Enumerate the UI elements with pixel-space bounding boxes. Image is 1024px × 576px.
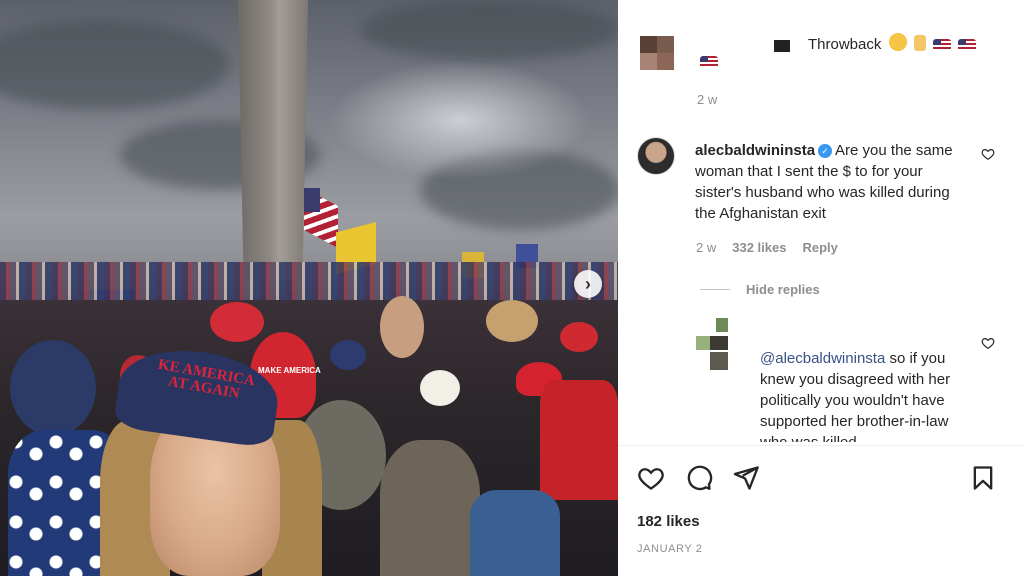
chevron-right-icon: › [585,273,591,294]
comments-panel [618,0,1024,576]
white-pompom-hat [420,370,460,406]
comment-username[interactable]: alecbaldwininsta [695,142,815,159]
reply-author-avatar[interactable] [696,318,730,372]
reply-button[interactable]: Reply [802,240,837,255]
caption: Throwback [808,33,977,53]
red-cap-text: MAKE AMERICA [258,366,321,375]
like-reply-heart-icon[interactable] [981,336,995,350]
blue-backpack [470,490,560,576]
verified-badge-icon: ✓ [818,144,833,158]
hide-replies-label: Hide replies [746,282,820,297]
avatar-pixel [710,336,728,350]
comment-likes-count[interactable]: 332 likes [732,240,786,255]
actions-divider [618,445,1024,446]
us-flag-emoji [700,56,718,68]
comment: alecbaldwininsta ✓ Are you the same woman … [695,140,970,224]
cloud [360,0,618,60]
red-jacket [540,380,618,500]
person-beanie [486,300,538,342]
hide-replies-toggle[interactable]: Hide replies [700,282,820,297]
avatar-pixel [696,336,710,350]
sky-glow [330,60,590,180]
avatar-pixel [657,36,674,53]
us-flag-emoji [932,39,951,51]
avatar-pixel [657,53,674,70]
grinning-face-emoji [888,33,907,51]
reply: @alecbaldwininsta so if you knew you dis… [760,348,970,442]
avatar-pixel [640,53,657,70]
us-flag-canton [304,188,320,212]
like-comment-heart-icon[interactable] [981,147,995,161]
caption-timestamp: 2 w [697,92,718,107]
person-blue-hood [10,340,96,436]
red-cap [210,302,264,342]
comment-meta: 2 w 332 likes Reply [696,240,838,255]
comment-bubble-icon[interactable] [685,464,713,492]
post-photo[interactable]: MAKE AMERICA KE AMERICA AT AGAIN › [0,0,618,576]
reply-mention-link[interactable]: @alecbaldwininsta [760,350,885,367]
next-photo-button[interactable]: › [574,270,602,298]
share-paper-plane-icon[interactable] [732,464,760,492]
like-heart-icon[interactable] [637,464,665,492]
save-bookmark-icon[interactable] [969,464,997,492]
person-camo-jacket [380,440,480,576]
us-flag-emoji [958,39,977,51]
post-likes-count[interactable]: 182 likes [637,513,700,530]
comment-timestamp: 2 w [696,240,717,255]
avatar-pixel [640,36,657,53]
caption-author-avatar[interactable] [640,36,674,70]
avatar-pixel [710,352,728,370]
cloud [0,20,230,110]
post-date: JANUARY 2 [637,543,703,555]
caption-text: Throwback [808,36,882,53]
red-cap [560,322,598,352]
commenter-avatar[interactable] [637,137,675,175]
rock-on-hand-emoji [913,35,926,51]
avatar-pixel [716,318,728,332]
redacted-username [774,40,790,52]
blue-cap [330,340,366,370]
divider-line [700,289,730,290]
person-face [380,296,424,358]
washington-monument [238,0,308,280]
